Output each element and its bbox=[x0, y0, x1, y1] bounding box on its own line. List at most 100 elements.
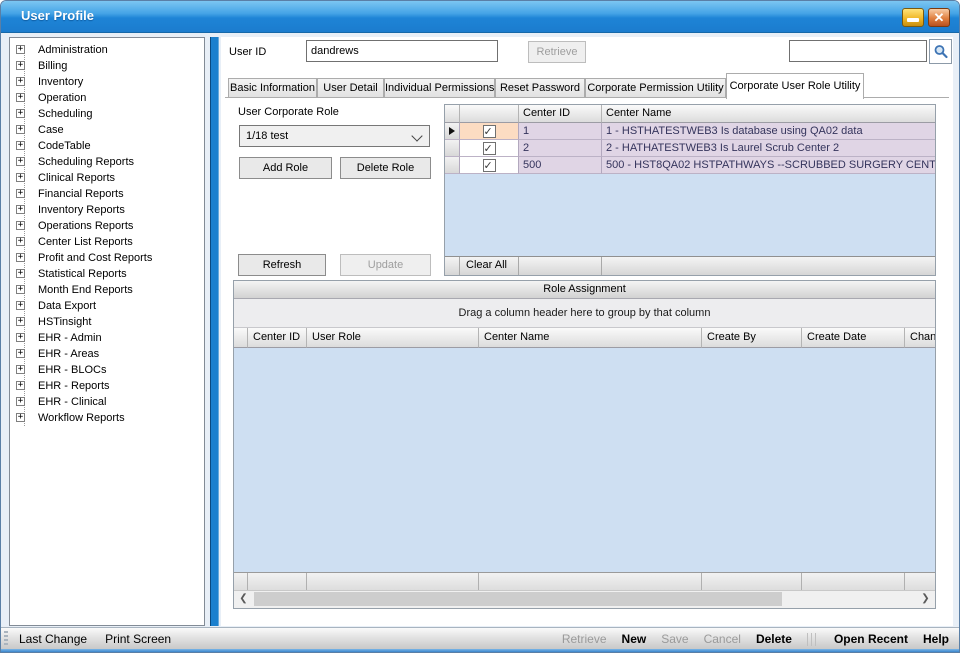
navigation-tree[interactable]: Administration Billing Inventory Operati… bbox=[9, 37, 205, 626]
user-corporate-role-select[interactable]: 1/18 test bbox=[239, 125, 430, 147]
tree-item-ehr-admin[interactable]: EHR - Admin bbox=[10, 330, 204, 346]
center-checkbox-cell[interactable] bbox=[460, 157, 519, 174]
tab-basic-information[interactable]: Basic Information bbox=[228, 78, 317, 98]
checkbox-checked-icon[interactable] bbox=[483, 125, 496, 138]
tree-item-ehr-blocs[interactable]: EHR - BLOCs bbox=[10, 362, 204, 378]
expand-icon[interactable] bbox=[16, 349, 25, 358]
column-header-create-date[interactable]: Create Date bbox=[802, 328, 905, 348]
expand-icon[interactable] bbox=[16, 301, 25, 310]
tree-item-financial-reports[interactable]: Financial Reports bbox=[10, 186, 204, 202]
scroll-right-icon[interactable]: ❯ bbox=[917, 591, 934, 607]
table-row[interactable]: 500 500 - HST8QA02 HSTPATHWAYS --SCRUBBE… bbox=[445, 157, 935, 174]
column-header-create-by[interactable]: Create By bbox=[702, 328, 802, 348]
tree-item-data-export[interactable]: Data Export bbox=[10, 298, 204, 314]
tab-corporate-permission-utility[interactable]: Corporate Permission Utility bbox=[585, 78, 726, 98]
help-action[interactable]: Help bbox=[923, 632, 949, 646]
tree-item-clinical-reports[interactable]: Clinical Reports bbox=[10, 170, 204, 186]
tree-item-billing[interactable]: Billing bbox=[10, 58, 204, 74]
column-header-center-name[interactable]: Center Name bbox=[479, 328, 702, 348]
print-screen-button[interactable]: Print Screen bbox=[105, 632, 171, 646]
expand-icon[interactable] bbox=[16, 93, 25, 102]
tree-item-hstinsight[interactable]: HSTinsight bbox=[10, 314, 204, 330]
tree-item-scheduling[interactable]: Scheduling bbox=[10, 106, 204, 122]
center-checkbox-cell[interactable] bbox=[460, 140, 519, 157]
group-by-drop-zone[interactable]: Drag a column header here to group by th… bbox=[234, 299, 935, 328]
column-header-user-role[interactable]: User Role bbox=[307, 328, 479, 348]
tree-item-ehr-areas[interactable]: EHR - Areas bbox=[10, 346, 204, 362]
tree-item-operations-reports[interactable]: Operations Reports bbox=[10, 218, 204, 234]
expand-icon[interactable] bbox=[16, 397, 25, 406]
center-id-column-header[interactable]: Center ID bbox=[519, 105, 602, 123]
expand-icon[interactable] bbox=[16, 189, 25, 198]
tree-item-codetable[interactable]: CodeTable bbox=[10, 138, 204, 154]
expand-icon[interactable] bbox=[16, 77, 25, 86]
expand-icon[interactable] bbox=[16, 237, 25, 246]
center-checkbox-cell[interactable] bbox=[460, 123, 519, 140]
refresh-button[interactable]: Refresh bbox=[238, 254, 326, 276]
tree-item-case[interactable]: Case bbox=[10, 122, 204, 138]
search-button[interactable] bbox=[929, 39, 952, 64]
expand-icon[interactable] bbox=[16, 333, 25, 342]
tab-reset-password[interactable]: Reset Password bbox=[495, 78, 585, 98]
tree-item-statistical-reports[interactable]: Statistical Reports bbox=[10, 266, 204, 282]
search-input[interactable] bbox=[789, 40, 927, 62]
last-change-button[interactable]: Last Change bbox=[19, 632, 87, 646]
expand-icon[interactable] bbox=[16, 141, 25, 150]
cancel-action[interactable]: Cancel bbox=[704, 632, 741, 646]
scrollbar-thumb[interactable] bbox=[254, 592, 782, 606]
delete-action[interactable]: Delete bbox=[756, 632, 792, 646]
expand-icon[interactable] bbox=[16, 205, 25, 214]
update-button[interactable]: Update bbox=[340, 254, 431, 276]
tree-item-scheduling-reports[interactable]: Scheduling Reports bbox=[10, 154, 204, 170]
checkbox-checked-icon[interactable] bbox=[483, 142, 496, 155]
open-recent-action[interactable]: Open Recent bbox=[834, 632, 908, 646]
expand-icon[interactable] bbox=[16, 61, 25, 70]
tree-item-center-list-reports[interactable]: Center List Reports bbox=[10, 234, 204, 250]
tree-item-workflow-reports[interactable]: Workflow Reports bbox=[10, 410, 204, 426]
expand-icon[interactable] bbox=[16, 157, 25, 166]
table-row[interactable]: 1 1 - HSTHATESTWEB3 Is database using QA… bbox=[445, 123, 935, 140]
tree-item-inventory-reports[interactable]: Inventory Reports bbox=[10, 202, 204, 218]
new-action[interactable]: New bbox=[622, 632, 647, 646]
expand-icon[interactable] bbox=[16, 109, 25, 118]
minimize-button[interactable] bbox=[902, 8, 924, 27]
expand-icon[interactable] bbox=[16, 269, 25, 278]
expand-icon[interactable] bbox=[16, 365, 25, 374]
tree-item-administration[interactable]: Administration bbox=[10, 42, 204, 58]
column-header-change[interactable]: Chan bbox=[905, 328, 935, 348]
column-header-center-id[interactable]: Center ID bbox=[248, 328, 307, 348]
row-selector-cell[interactable] bbox=[445, 123, 460, 140]
row-selector-cell[interactable] bbox=[445, 157, 460, 174]
expand-icon[interactable] bbox=[16, 317, 25, 326]
expand-icon[interactable] bbox=[16, 173, 25, 182]
tab-individual-permissions[interactable]: Individual Permissions bbox=[384, 78, 495, 98]
tree-item-ehr-clinical[interactable]: EHR - Clinical bbox=[10, 394, 204, 410]
tree-item-profit-cost-reports[interactable]: Profit and Cost Reports bbox=[10, 250, 204, 266]
tree-item-ehr-reports[interactable]: EHR - Reports bbox=[10, 378, 204, 394]
row-selector-cell[interactable] bbox=[445, 140, 460, 157]
delete-role-button[interactable]: Delete Role bbox=[340, 157, 431, 179]
horizontal-scrollbar[interactable]: ❮ ❯ bbox=[234, 590, 935, 608]
expand-icon[interactable] bbox=[16, 413, 25, 422]
checkbox-checked-icon[interactable] bbox=[483, 159, 496, 172]
clear-all-button[interactable]: Clear All bbox=[460, 257, 519, 275]
expand-icon[interactable] bbox=[16, 45, 25, 54]
center-name-column-header[interactable]: Center Name bbox=[602, 105, 935, 123]
save-action[interactable]: Save bbox=[661, 632, 688, 646]
tab-user-detail[interactable]: User Detail bbox=[317, 78, 384, 98]
expand-icon[interactable] bbox=[16, 253, 25, 262]
retrieve-action[interactable]: Retrieve bbox=[562, 632, 607, 646]
add-role-button[interactable]: Add Role bbox=[239, 157, 332, 179]
user-id-input[interactable] bbox=[306, 40, 498, 62]
tree-item-inventory[interactable]: Inventory bbox=[10, 74, 204, 90]
tree-item-month-end-reports[interactable]: Month End Reports bbox=[10, 282, 204, 298]
expand-icon[interactable] bbox=[16, 285, 25, 294]
expand-icon[interactable] bbox=[16, 381, 25, 390]
tab-corporate-user-role-utility[interactable]: Corporate User Role Utility bbox=[726, 73, 864, 99]
retrieve-button[interactable]: Retrieve bbox=[528, 41, 586, 63]
tree-item-operation[interactable]: Operation bbox=[10, 90, 204, 106]
scroll-left-icon[interactable]: ❮ bbox=[235, 591, 252, 607]
expand-icon[interactable] bbox=[16, 221, 25, 230]
panel-splitter[interactable] bbox=[210, 37, 219, 626]
table-row[interactable]: 2 2 - HATHATESTWEB3 Is Laurel Scrub Cent… bbox=[445, 140, 935, 157]
